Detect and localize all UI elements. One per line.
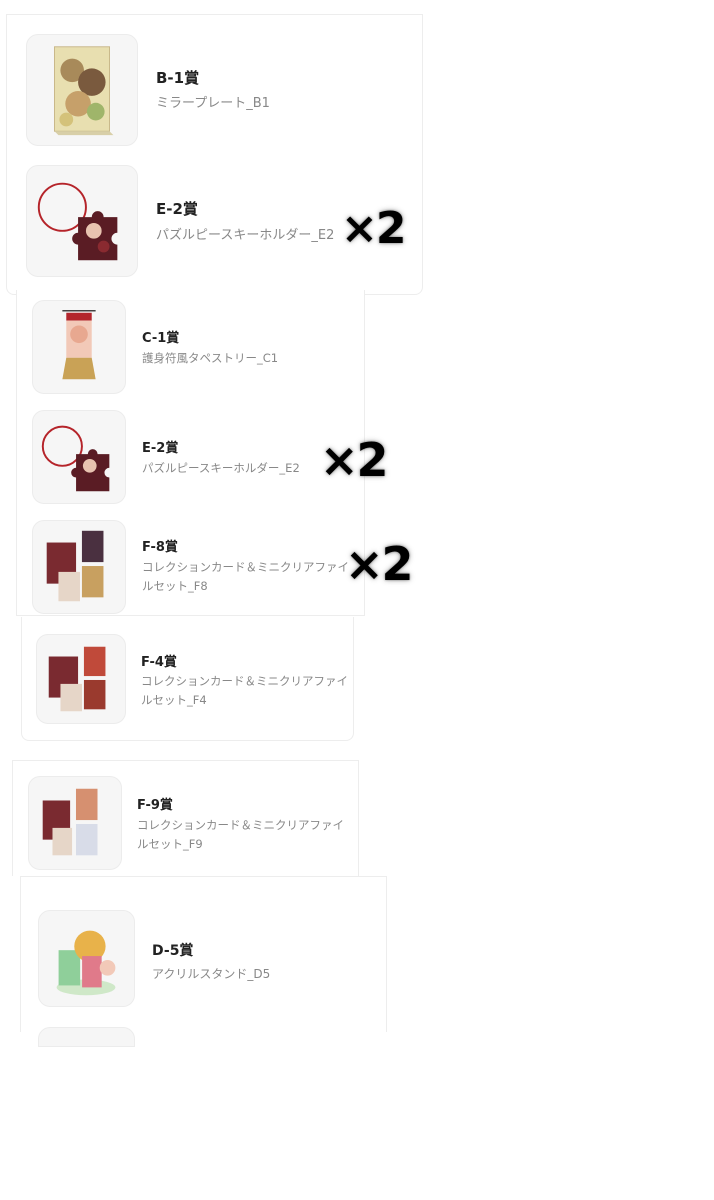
prize-subtitle-line-2: ルセット_F9 [137, 837, 203, 851]
prize-title: B-1賞 [156, 69, 200, 87]
prize-subtitle-line-1: コレクションカード＆ミニクリアファイ [142, 560, 349, 574]
prize-subtitle-line-2: ルセット_F8 [142, 579, 208, 593]
prize-item-f4[interactable]: F-4賞 コレクションカード＆ミニクリアファイ ルセット_F4 [22, 617, 353, 741]
prize-title: C-1賞 [142, 331, 180, 346]
prize-subtitle: ミラープレート_B1 [156, 96, 270, 111]
prize-subtitle: 護身符風タペストリー_C1 [142, 351, 279, 365]
puzzle-keychain-image [26, 165, 138, 277]
prize-subtitle: パズルピースキーホルダー_E2 [142, 461, 300, 475]
prize-title: E-2賞 [142, 441, 179, 456]
prize-item-b1[interactable]: B-1賞 ミラープレート_B1 [7, 15, 422, 155]
mirror-plate-image [26, 34, 138, 146]
prize-subtitle: パズルピースキーホルダー_E2 [156, 228, 335, 243]
prize-item-d5[interactable]: D-5賞 アクリルスタンド_D5 [21, 895, 386, 1015]
prize-item-c1[interactable]: C-1賞 護身符風タペストリー_C1 [17, 290, 364, 400]
card-file-set-image [36, 634, 126, 724]
prize-item-e2[interactable]: E-2賞 パズルピースキーホルダー_E2 [17, 400, 364, 510]
prize-title: E-2賞 [156, 200, 198, 218]
prize-panel-5: D-5賞 アクリルスタンド_D5 [20, 876, 387, 1047]
prize-panel-2: C-1賞 護身符風タペストリー_C1 E-2賞 パズルピースキーホルダー_E2 … [16, 290, 365, 616]
prize-subtitle-line-2: ルセット_F4 [141, 693, 207, 707]
prize-title: F-8賞 [142, 540, 178, 555]
prize-item-f8[interactable]: F-8賞 コレクションカード＆ミニクリアファイ ルセット_F8 [17, 510, 364, 616]
prize-title: D-5賞 [152, 943, 194, 959]
puzzle-keychain-image [32, 410, 126, 504]
quantity-multiplier: ×2 [345, 537, 414, 591]
prize-panel-4: F-9賞 コレクションカード＆ミニクリアファイ ルセット_F9 [12, 760, 359, 876]
prize-title: F-4賞 [141, 655, 177, 670]
tapestry-image [32, 300, 126, 394]
quantity-multiplier: ×2 [320, 433, 389, 487]
acrylic-stand-image [38, 910, 135, 1007]
card-file-set-image [32, 520, 126, 614]
card-file-set-image [28, 776, 122, 870]
prize-subtitle-line-1: コレクションカード＆ミニクリアファイ [141, 674, 348, 688]
prize-subtitle: アクリルスタンド_D5 [152, 967, 271, 981]
quantity-multiplier: ×2 [341, 203, 406, 254]
prize-title: F-9賞 [137, 798, 173, 813]
prize-item-f9[interactable]: F-9賞 コレクションカード＆ミニクリアファイ ルセット_F9 [13, 761, 358, 877]
next-item-thumbnail [38, 1027, 135, 1047]
prize-subtitle-line-1: コレクションカード＆ミニクリアファイ [137, 818, 344, 832]
prize-panel-3: F-4賞 コレクションカード＆ミニクリアファイ ルセット_F4 [21, 617, 354, 741]
